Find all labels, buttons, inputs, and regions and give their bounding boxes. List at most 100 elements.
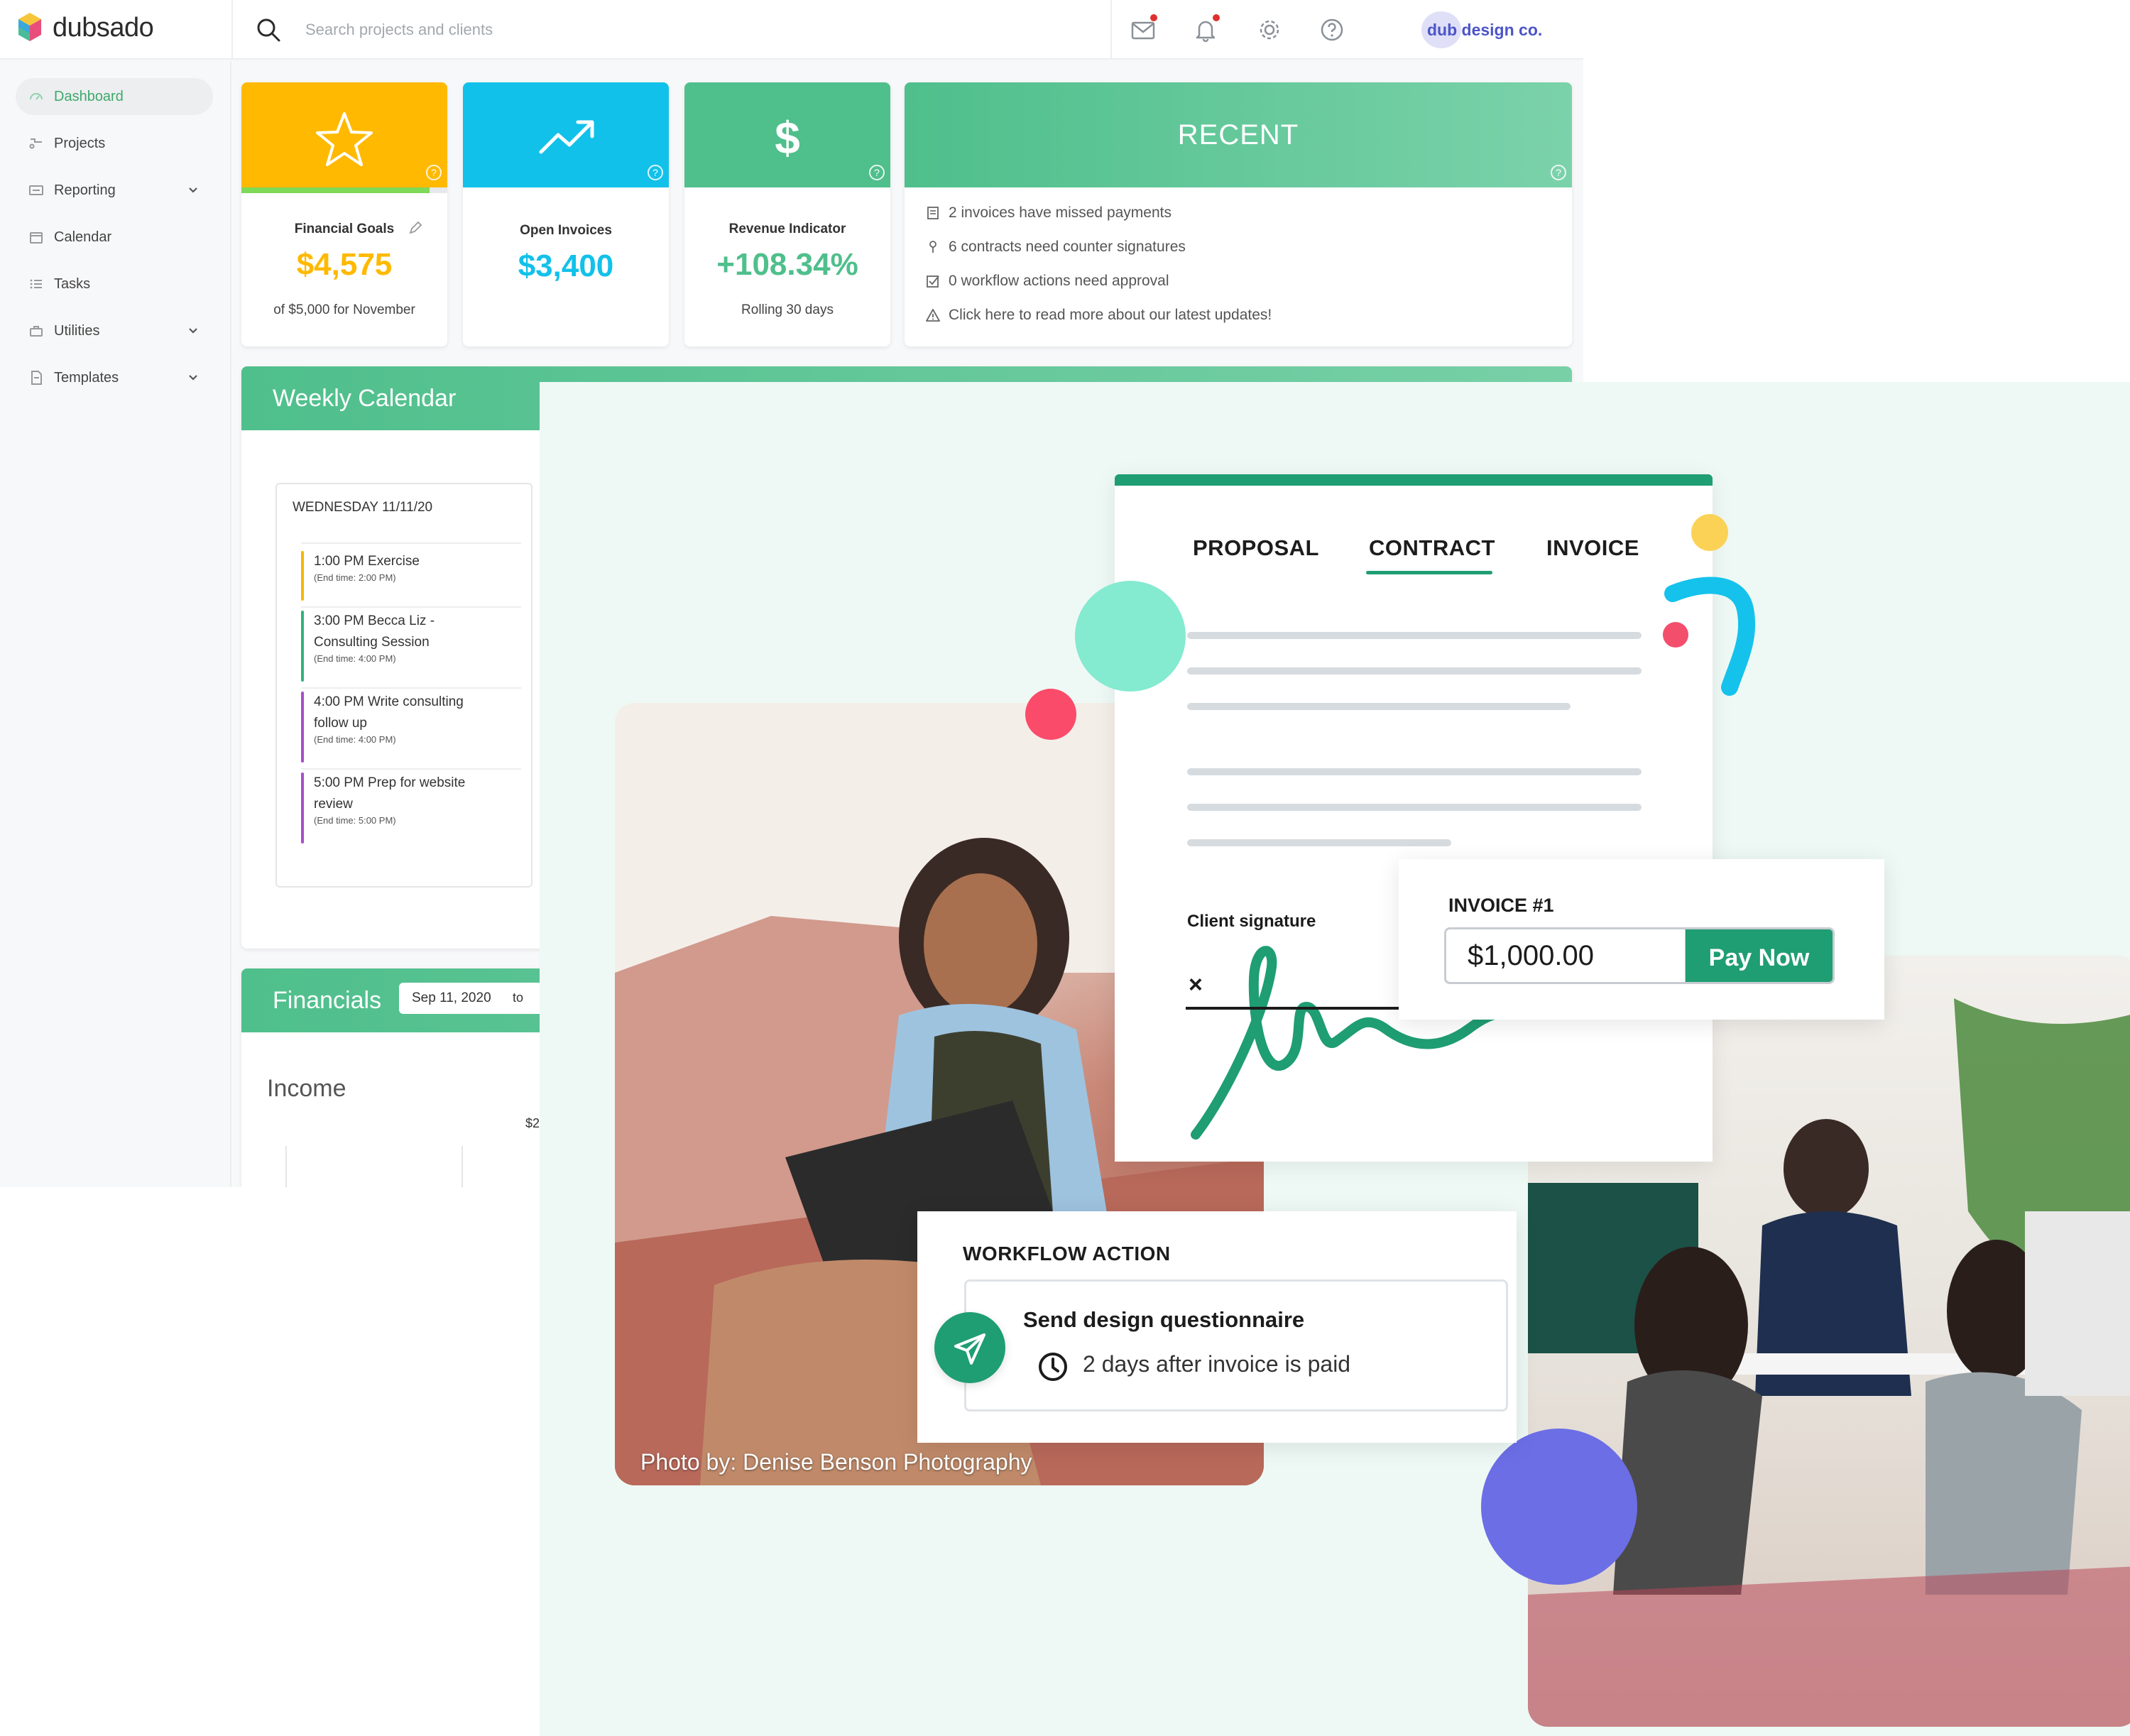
templates-icon bbox=[31, 371, 42, 385]
help-icon[interactable]: ? bbox=[648, 165, 663, 180]
account-name: dub design co. bbox=[1427, 20, 1543, 39]
reporting-icon bbox=[29, 185, 43, 195]
search-icon[interactable] bbox=[254, 16, 283, 44]
sidebar-item-templates[interactable]: Templates bbox=[16, 359, 213, 396]
tab-invoice[interactable]: INVOICE bbox=[1546, 535, 1639, 561]
card-sub: of $5,000 for November bbox=[273, 302, 415, 317]
tab-proposal[interactable]: PROPOSAL bbox=[1193, 535, 1319, 561]
help-icon[interactable]: ? bbox=[426, 165, 442, 180]
help-icon[interactable]: ? bbox=[869, 165, 885, 180]
card-value: +108.34% bbox=[716, 247, 858, 282]
event-end-time: (End time: 4:00 PM) bbox=[314, 653, 396, 664]
text-placeholder-line bbox=[1187, 632, 1642, 639]
section-title: Weekly Calendar bbox=[273, 385, 457, 412]
sidebar-item-utilities[interactable]: Utilities bbox=[16, 312, 213, 349]
recent-card: RECENT ? 2 invoices have missed payments… bbox=[905, 82, 1572, 346]
calendar-event[interactable]: 1:00 PM Exercise (End time: 2:00 PM) bbox=[301, 551, 521, 601]
decorative-circle bbox=[1075, 581, 1186, 692]
active-tab-indicator bbox=[1366, 571, 1492, 574]
divider bbox=[1110, 0, 1112, 60]
card-label: Open Invoices bbox=[520, 223, 612, 238]
text-placeholder-line bbox=[1187, 768, 1642, 775]
pencil-icon[interactable] bbox=[408, 220, 423, 236]
decorative-circle bbox=[1691, 514, 1728, 551]
mail-notification-dot bbox=[1150, 14, 1157, 21]
calendar-event[interactable]: 4:00 PM Write consulting follow up (End … bbox=[301, 692, 521, 763]
gear-icon[interactable] bbox=[1255, 16, 1284, 44]
calendar-event[interactable]: 5:00 PM Prep for website review (End tim… bbox=[301, 773, 521, 844]
bell-notification-dot bbox=[1213, 14, 1220, 21]
card-label: Revenue Indicator bbox=[728, 222, 846, 236]
sidebar-item-projects[interactable]: Projects bbox=[16, 125, 213, 162]
sidebar-item-reporting[interactable]: Reporting bbox=[16, 172, 213, 209]
invoice-title: INVOICE #1 bbox=[1448, 895, 1554, 916]
recent-item[interactable]: 0 workflow actions need approval bbox=[926, 273, 1169, 290]
workflow-title: WORKFLOW ACTION bbox=[963, 1243, 1171, 1265]
chart-axis-tick: $2 bbox=[525, 1116, 540, 1130]
send-button[interactable] bbox=[934, 1312, 1005, 1383]
sidebar-item-label: Templates bbox=[54, 369, 119, 386]
open-invoices-card[interactable]: ? Open Invoices $3,400 bbox=[463, 82, 669, 346]
projects-icon bbox=[29, 138, 42, 149]
event-end-time: (End time: 4:00 PM) bbox=[314, 734, 396, 745]
top-bar: dubsado dub design bbox=[0, 0, 1583, 60]
invoice-amount-field[interactable]: $1,000.00 bbox=[1444, 927, 1687, 984]
divider bbox=[301, 542, 521, 544]
revenue-indicator-card[interactable]: $ ? Revenue Indicator +108.34% Rolling 3… bbox=[684, 82, 890, 346]
recent-item-text: 6 contracts need counter signatures bbox=[949, 239, 1186, 255]
card-header: ? bbox=[241, 82, 447, 187]
calendar-icon bbox=[30, 232, 43, 244]
card-header: ? bbox=[463, 82, 669, 187]
event-end-time: (End time: 2:00 PM) bbox=[314, 572, 396, 583]
calendar-day-column: WEDNESDAY 11/11/20 1:00 PM Exercise (End… bbox=[275, 483, 532, 888]
recent-item[interactable]: 2 invoices have missed payments bbox=[926, 204, 1172, 222]
text-placeholder-line bbox=[1187, 667, 1642, 675]
income-label: Income bbox=[267, 1075, 346, 1102]
card-header: RECENT ? bbox=[905, 82, 1572, 187]
date-from-input[interactable]: Sep 11, 2020 bbox=[399, 983, 548, 1014]
event-title: 1:00 PM Exercise bbox=[314, 554, 420, 569]
dollar-icon: $ bbox=[775, 112, 800, 163]
chevron-down-icon[interactable] bbox=[186, 324, 200, 338]
utilities-icon bbox=[30, 326, 43, 337]
recent-item-text: 0 workflow actions need approval bbox=[949, 273, 1169, 289]
sidebar-item-label: Dashboard bbox=[54, 88, 124, 104]
recent-title: RECENT bbox=[1177, 119, 1299, 151]
event-color-bar bbox=[301, 611, 304, 682]
card-value: $4,575 bbox=[296, 247, 393, 282]
goal-progress-fill bbox=[241, 187, 430, 193]
workflow-step-box[interactable]: Send design questionnaire 2 days after i… bbox=[964, 1279, 1508, 1412]
photo-credit: Photo by: Denise Benson Photography bbox=[640, 1449, 1032, 1475]
financial-goals-card[interactable]: ? Financial Goals $4,575 of $5,000 for N… bbox=[241, 82, 447, 346]
date-to-label: to bbox=[513, 990, 524, 1005]
sidebar-item-calendar[interactable]: Calendar bbox=[16, 219, 213, 256]
event-end-time: (End time: 5:00 PM) bbox=[314, 815, 396, 826]
search-input[interactable] bbox=[305, 16, 802, 44]
sidebar-item-label: Projects bbox=[54, 135, 106, 151]
sidebar-item-label: Utilities bbox=[54, 322, 100, 339]
dashboard-icon bbox=[30, 93, 43, 100]
contract-document-card: PROPOSAL CONTRACT INVOICE Client signatu… bbox=[1115, 474, 1713, 1162]
recent-item[interactable]: 6 contracts need counter signatures bbox=[926, 239, 1186, 256]
sidebar-item-tasks[interactable]: Tasks bbox=[16, 266, 213, 302]
tab-contract[interactable]: CONTRACT bbox=[1369, 535, 1495, 561]
chevron-down-icon[interactable] bbox=[186, 371, 200, 385]
event-title: 3:00 PM Becca Liz - Consulting Session bbox=[314, 613, 435, 650]
paper-plane-icon bbox=[954, 1333, 985, 1365]
help-icon[interactable] bbox=[1318, 16, 1346, 44]
pen-icon bbox=[929, 241, 936, 253]
recent-item[interactable]: Click here to read more about our latest… bbox=[926, 307, 1272, 324]
pay-now-button[interactable]: Pay Now bbox=[1686, 927, 1835, 984]
sidebar-item-label: Tasks bbox=[54, 275, 91, 292]
account-badge[interactable]: dub design co. bbox=[1421, 11, 1543, 48]
decorative-swoosh bbox=[1664, 577, 1756, 696]
sidebar-item-dashboard[interactable]: Dashboard bbox=[16, 78, 213, 115]
chevron-down-icon[interactable] bbox=[186, 183, 200, 197]
help-icon[interactable]: ? bbox=[1551, 165, 1566, 180]
text-placeholder-line bbox=[1187, 703, 1571, 710]
card-sub: Rolling 30 days bbox=[741, 302, 834, 317]
logo[interactable]: dubsado bbox=[17, 11, 154, 44]
calendar-event[interactable]: 3:00 PM Becca Liz - Consulting Session (… bbox=[301, 611, 521, 682]
chart-gridline bbox=[462, 1146, 463, 1187]
document-accent-bar bbox=[1115, 474, 1713, 486]
